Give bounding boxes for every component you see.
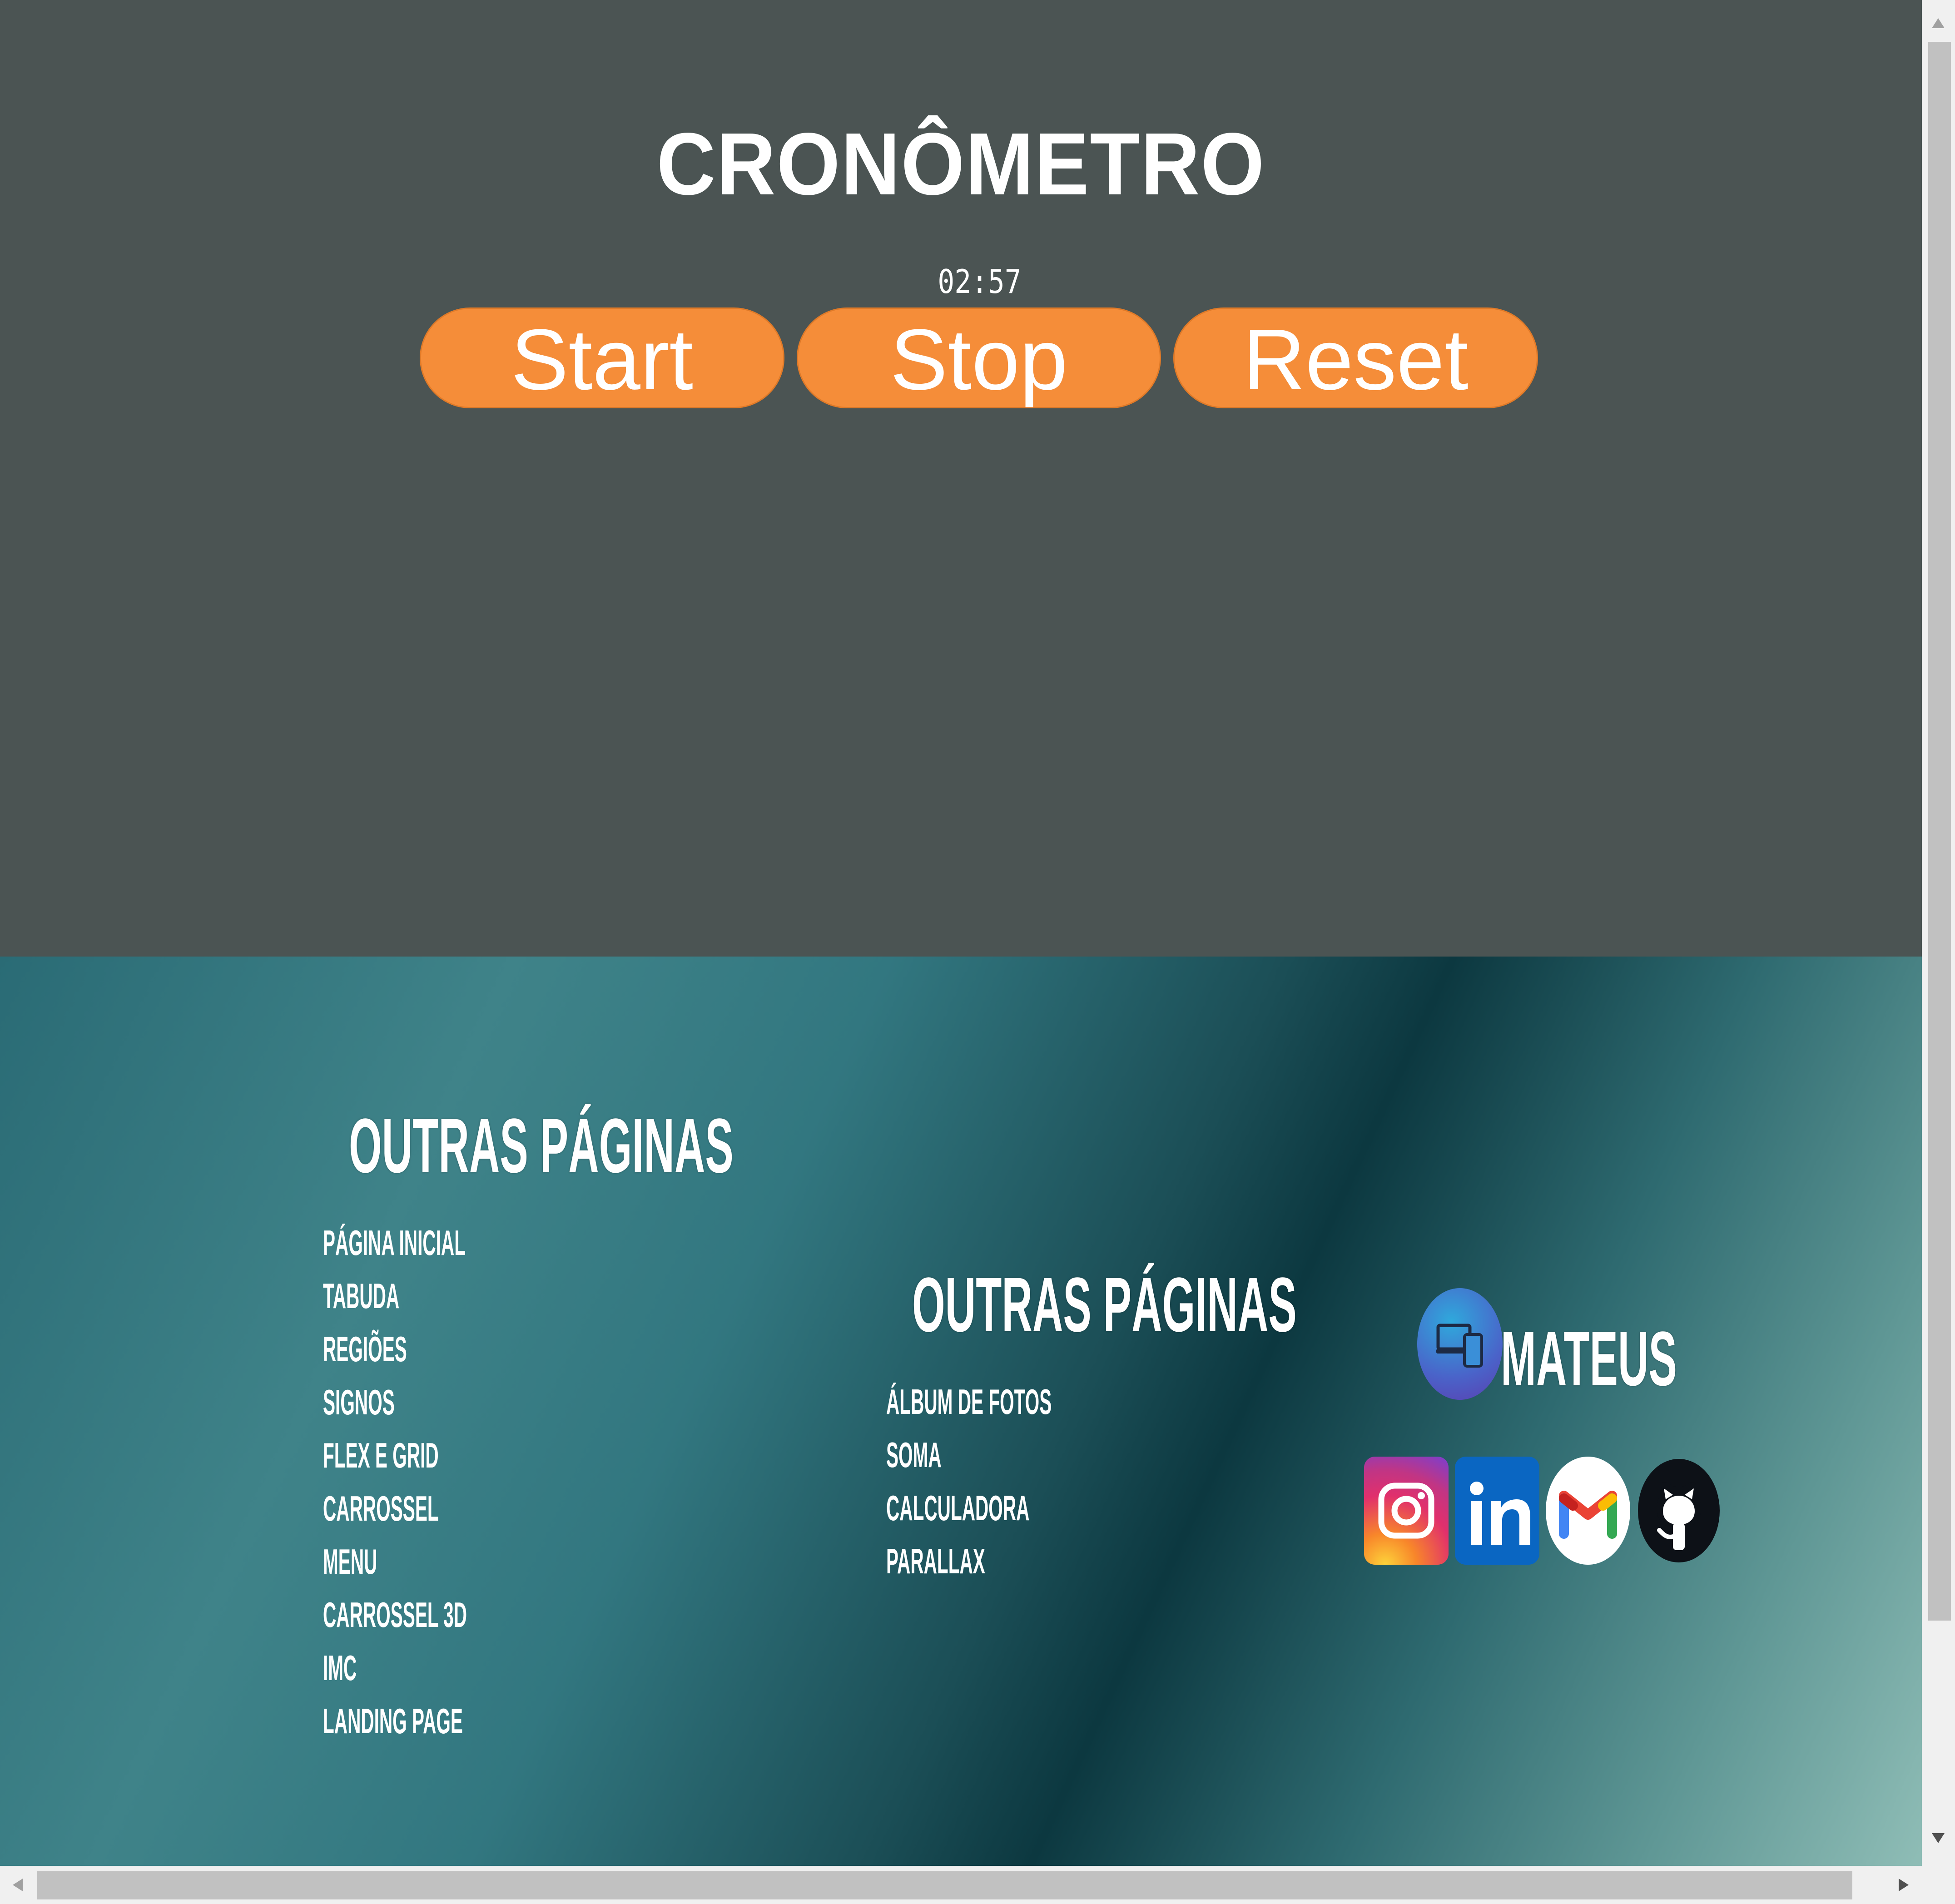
social-links bbox=[1364, 1457, 1723, 1567]
start-button[interactable]: Start bbox=[420, 307, 784, 408]
scroll-up-arrow-icon[interactable] bbox=[1932, 18, 1945, 28]
vertical-scrollbar[interactable] bbox=[1922, 0, 1955, 1866]
linkedin-icon[interactable] bbox=[1455, 1457, 1539, 1565]
instagram-icon[interactable] bbox=[1364, 1457, 1449, 1565]
list-item: PARALLAX bbox=[886, 1535, 1205, 1588]
list-item: FLEX E GRID bbox=[323, 1429, 600, 1482]
footer-heading-1: OUTRAS PÁGINAS bbox=[349, 1103, 734, 1189]
vertical-scroll-thumb[interactable] bbox=[1928, 42, 1951, 1621]
link-flex-e-grid[interactable]: FLEX E GRID bbox=[323, 1429, 439, 1482]
link-imc[interactable]: IMC bbox=[323, 1641, 357, 1695]
brand-name: MATEUS bbox=[1501, 1316, 1677, 1402]
stop-button[interactable]: Stop bbox=[796, 307, 1161, 408]
list-item: LANDING PAGE bbox=[323, 1695, 600, 1748]
footer-heading-2: OUTRAS PÁGINAS bbox=[912, 1262, 1297, 1348]
link-landing-page[interactable]: LANDING PAGE bbox=[323, 1695, 463, 1748]
list-item: MENU bbox=[323, 1535, 600, 1588]
horizontal-scroll-thumb[interactable] bbox=[37, 1871, 1852, 1899]
footer-links-1: PÁGINA INICIAL TABUDA REGIÕES SIGNOS FLE… bbox=[323, 1216, 600, 1748]
page-title: CRONÔMETRO bbox=[656, 114, 1265, 213]
link-calculadora[interactable]: CALCULADORA bbox=[886, 1482, 1029, 1535]
link-menu[interactable]: MENU bbox=[323, 1535, 377, 1588]
list-item: SOMA bbox=[886, 1428, 1205, 1482]
gmail-icon[interactable] bbox=[1546, 1457, 1630, 1565]
link-regioes[interactable]: REGIÕES bbox=[323, 1323, 407, 1376]
list-item: SIGNOS bbox=[323, 1376, 600, 1429]
scrollbar-corner bbox=[1922, 1866, 1955, 1904]
scroll-left-arrow-icon[interactable] bbox=[13, 1879, 23, 1891]
stopwatch-controls: Start Stop Reset bbox=[420, 307, 1538, 408]
link-parallax[interactable]: PARALLAX bbox=[886, 1535, 985, 1588]
list-item: REGIÕES bbox=[323, 1323, 600, 1376]
list-item: PÁGINA INICIAL bbox=[323, 1216, 600, 1269]
list-item: CALCULADORA bbox=[886, 1482, 1205, 1535]
scroll-down-arrow-icon[interactable] bbox=[1932, 1833, 1945, 1843]
github-icon[interactable] bbox=[1637, 1457, 1721, 1565]
list-item: CARROSSEL bbox=[323, 1482, 600, 1535]
devices-icon bbox=[1417, 1288, 1503, 1400]
list-item: ÁLBUM DE FOTOS bbox=[886, 1375, 1205, 1428]
reset-button[interactable]: Reset bbox=[1173, 307, 1538, 408]
footer: OUTRAS PÁGINAS PÁGINA INICIAL TABUDA REG… bbox=[0, 957, 1922, 1866]
horizontal-scrollbar[interactable] bbox=[0, 1866, 1922, 1904]
list-item: TABUDA bbox=[323, 1269, 600, 1323]
footer-links-2: ÁLBUM DE FOTOS SOMA CALCULADORA PARALLAX bbox=[886, 1375, 1205, 1588]
link-tabuda[interactable]: TABUDA bbox=[323, 1269, 399, 1323]
list-item: CARROSSEL 3D bbox=[323, 1588, 600, 1641]
brand[interactable]: MATEUS bbox=[1417, 1288, 1690, 1406]
timer-display: 02:57 bbox=[938, 263, 1022, 301]
link-signos[interactable]: SIGNOS bbox=[323, 1376, 395, 1429]
stopwatch-section: CRONÔMETRO 02:57 Start Stop Reset bbox=[0, 0, 1922, 957]
link-album-de-fotos[interactable]: ÁLBUM DE FOTOS bbox=[886, 1375, 1052, 1428]
link-soma[interactable]: SOMA bbox=[886, 1428, 942, 1482]
link-carrossel-3d[interactable]: CARROSSEL 3D bbox=[323, 1588, 467, 1641]
link-carrossel[interactable]: CARROSSEL bbox=[323, 1482, 439, 1535]
scroll-right-arrow-icon[interactable] bbox=[1899, 1879, 1909, 1891]
list-item: IMC bbox=[323, 1641, 600, 1695]
link-pagina-inicial[interactable]: PÁGINA INICIAL bbox=[323, 1216, 466, 1269]
